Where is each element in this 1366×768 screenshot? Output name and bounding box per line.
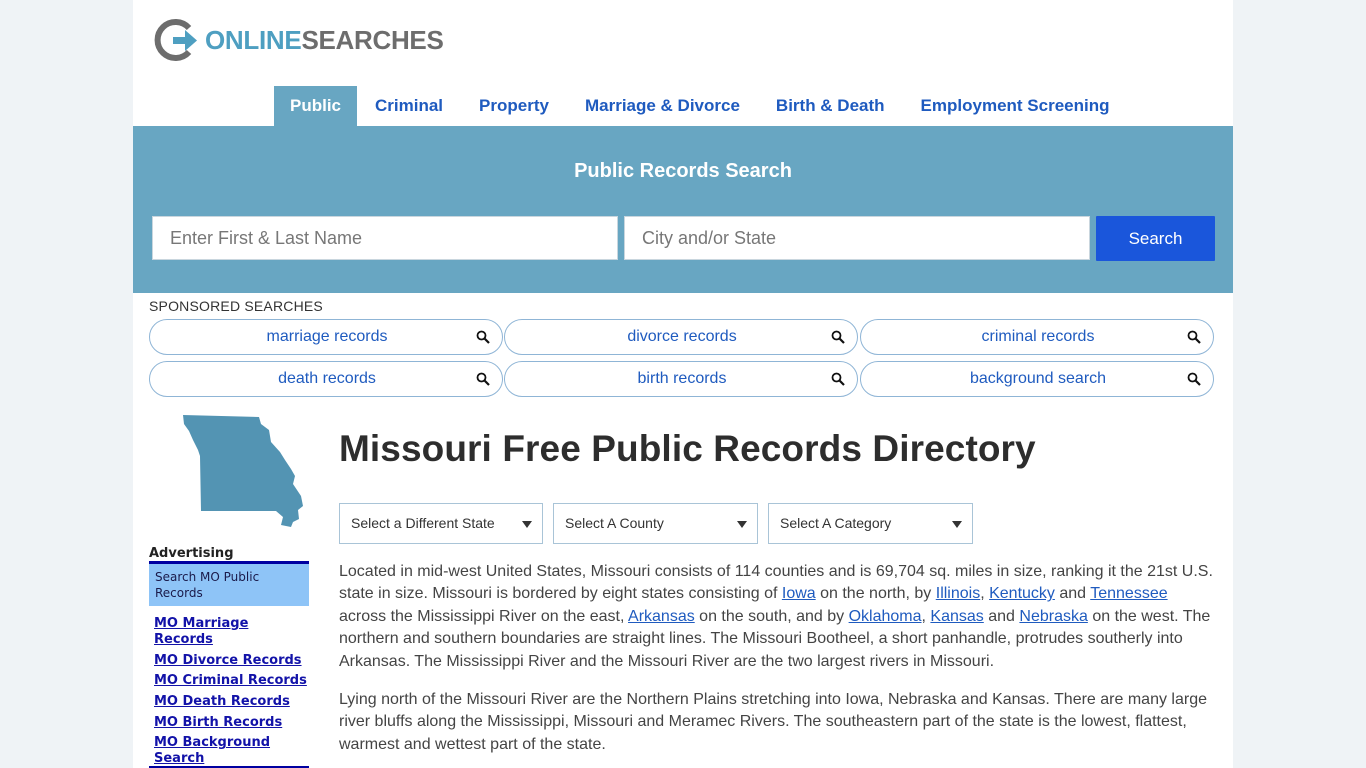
ad-link-background[interactable]: MO Background Search bbox=[154, 735, 274, 767]
search-icon bbox=[1187, 372, 1201, 386]
sponsored-death-records[interactable]: death records bbox=[149, 361, 503, 397]
ad-link-death[interactable]: MO Death Records bbox=[154, 694, 309, 710]
state-select-value: Select a Different State bbox=[351, 515, 495, 531]
sponsored-item-label: divorce records bbox=[627, 328, 737, 345]
sponsored-criminal-records[interactable]: criminal records bbox=[860, 319, 1214, 355]
missouri-map bbox=[183, 415, 303, 527]
sponsored-marriage-records[interactable]: marriage records bbox=[149, 319, 503, 355]
state-select[interactable]: Select a Different State bbox=[339, 503, 543, 544]
geography-paragraph: Lying north of the Missouri River are th… bbox=[339, 691, 1207, 753]
sponsored-divorce-records[interactable]: divorce records bbox=[504, 319, 858, 355]
nav-public[interactable]: Public bbox=[274, 86, 358, 126]
nav-property[interactable]: Property bbox=[461, 86, 567, 126]
sponsored-item-label: death records bbox=[278, 370, 376, 387]
search-icon bbox=[831, 330, 845, 344]
logo-icon bbox=[154, 19, 197, 61]
search-icon bbox=[476, 330, 490, 344]
intro-paragraph: Located in mid-west United States, Misso… bbox=[339, 563, 1213, 670]
page-title: Missouri Free Public Records Directory bbox=[339, 428, 1036, 469]
link-arkansas[interactable]: Arkansas bbox=[628, 608, 695, 625]
ad-links: MO Marriage Records MO Divorce Records M… bbox=[154, 616, 309, 768]
sponsored-item-label: birth records bbox=[637, 370, 727, 387]
category-select-value: Select A Category bbox=[780, 515, 892, 531]
nav-employment-screening[interactable]: Employment Screening bbox=[903, 86, 1128, 126]
logo-text: ONLINESEARCHES bbox=[205, 24, 444, 55]
search-icon bbox=[831, 372, 845, 386]
ad-link-birth[interactable]: MO Birth Records bbox=[154, 715, 309, 731]
sponsored-item-label: criminal records bbox=[981, 328, 1095, 345]
link-tennessee[interactable]: Tennessee bbox=[1090, 585, 1167, 602]
ad-link-divorce[interactable]: MO Divorce Records bbox=[154, 653, 309, 669]
link-iowa[interactable]: Iowa bbox=[782, 585, 816, 602]
search-band: Public Records Search Enter First & Last… bbox=[133, 126, 1233, 293]
county-select[interactable]: Select A County bbox=[553, 503, 758, 544]
nav-criminal[interactable]: Criminal bbox=[357, 86, 461, 126]
link-illinois[interactable]: Illinois bbox=[936, 585, 980, 602]
sponsored-background-search[interactable]: background search bbox=[860, 361, 1214, 397]
main-nav: Public Criminal Property Marriage & Divo… bbox=[274, 86, 1127, 126]
page: ONLINESEARCHES Public Criminal Property … bbox=[133, 0, 1233, 768]
ad-link-marriage[interactable]: MO Marriage Records bbox=[154, 616, 309, 648]
county-select-value: Select A County bbox=[565, 515, 664, 531]
sponsored-birth-records[interactable]: birth records bbox=[504, 361, 858, 397]
caret-down-icon bbox=[952, 521, 962, 528]
name-input[interactable]: Enter First & Last Name bbox=[152, 216, 618, 260]
ad-box-title[interactable]: Search MO Public Records bbox=[149, 564, 309, 606]
nav-marriage-divorce[interactable]: Marriage & Divorce bbox=[567, 86, 758, 126]
link-kentucky[interactable]: Kentucky bbox=[989, 585, 1055, 602]
search-title: Public Records Search bbox=[574, 160, 792, 182]
site-logo[interactable]: ONLINESEARCHES bbox=[153, 17, 444, 63]
search-icon bbox=[1187, 330, 1201, 344]
link-oklahoma[interactable]: Oklahoma bbox=[849, 608, 922, 625]
link-nebraska[interactable]: Nebraska bbox=[1019, 608, 1087, 625]
advertising-label: Advertising bbox=[149, 546, 234, 561]
search-button[interactable]: Search bbox=[1096, 216, 1215, 261]
category-select[interactable]: Select A Category bbox=[768, 503, 973, 544]
caret-down-icon bbox=[522, 521, 532, 528]
link-kansas[interactable]: Kansas bbox=[930, 608, 983, 625]
nav-birth-death[interactable]: Birth & Death bbox=[758, 86, 903, 126]
city-state-input[interactable]: City and/or State bbox=[624, 216, 1090, 260]
caret-down-icon bbox=[737, 521, 747, 528]
sponsored-item-label: background search bbox=[969, 370, 1107, 387]
ad-link-criminal[interactable]: MO Criminal Records bbox=[154, 673, 309, 689]
search-icon bbox=[476, 372, 490, 386]
sponsored-label: SPONSORED SEARCHES bbox=[149, 298, 323, 314]
sponsored-item-label: marriage records bbox=[266, 328, 388, 345]
